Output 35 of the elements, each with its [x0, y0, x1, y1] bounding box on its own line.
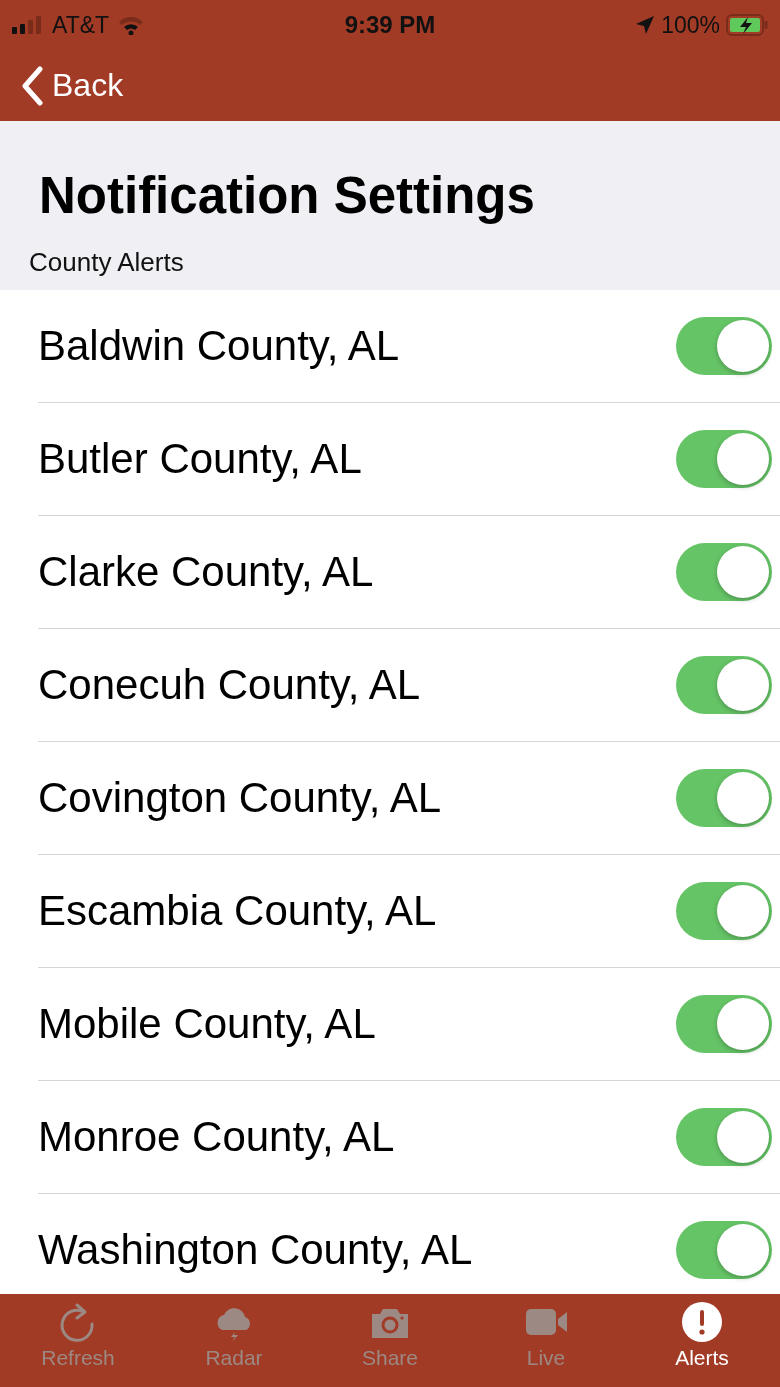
toggle-switch[interactable]	[676, 995, 772, 1053]
county-name: Washington County, AL	[38, 1226, 474, 1274]
tab-item[interactable]: Alerts	[624, 1302, 780, 1387]
battery-icon	[726, 14, 768, 36]
county-name: Conecuh County, AL	[38, 661, 422, 709]
toggle-switch[interactable]	[676, 430, 772, 488]
toggle-switch[interactable]	[676, 656, 772, 714]
tab-item[interactable]: Radar	[156, 1302, 312, 1387]
county-name: Baldwin County, AL	[38, 322, 401, 370]
toggle-switch[interactable]	[676, 882, 772, 940]
toggle-switch[interactable]	[676, 1108, 772, 1166]
exclamation-circle-icon	[680, 1302, 724, 1344]
tab-item[interactable]: Share	[312, 1302, 468, 1387]
battery-percent: 100%	[661, 11, 720, 39]
location-icon	[635, 15, 656, 35]
county-name: Mobile County, AL	[38, 1000, 377, 1048]
clock: 9:39 PM	[344, 11, 436, 38]
toggle-switch[interactable]	[676, 1221, 772, 1279]
toggle-switch[interactable]	[676, 317, 772, 375]
tab-item[interactable]: Refresh	[0, 1302, 156, 1387]
toggle-switch[interactable]	[676, 543, 772, 601]
county-name: Clarke County, AL	[38, 548, 375, 596]
signal-icon	[12, 16, 44, 34]
county-name: Monroe County, AL	[38, 1113, 396, 1161]
chevron-left-icon	[20, 65, 44, 106]
section-header: County Alerts	[29, 247, 185, 277]
page-title: Notification Settings	[39, 166, 536, 226]
county-name: Covington County, AL	[38, 774, 443, 822]
back-button[interactable]: Back	[20, 65, 124, 106]
wifi-icon	[117, 15, 146, 35]
carrier: AT&T	[52, 11, 110, 39]
county-name: Escambia County, AL	[38, 887, 438, 935]
county-name: Butler County, AL	[38, 435, 363, 483]
toggle-switch[interactable]	[676, 769, 772, 827]
tab-item[interactable]: Live	[468, 1302, 624, 1387]
